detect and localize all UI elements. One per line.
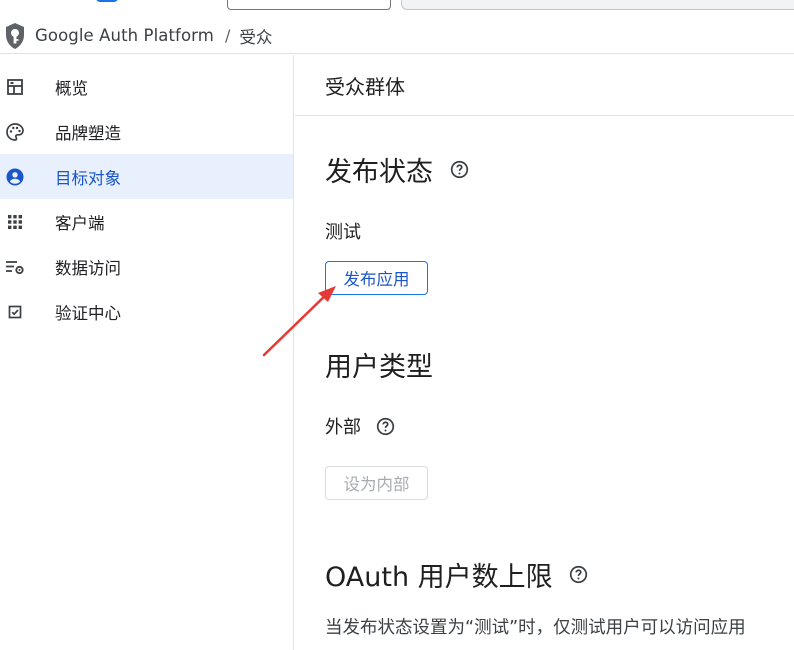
- data-settings-icon: [0, 244, 30, 289]
- project-selector-partial[interactable]: [227, 0, 391, 10]
- sidebar-item-branding[interactable]: 品牌塑造: [0, 109, 293, 154]
- apps-grid-icon: [0, 199, 30, 244]
- sidebar-item-label: 数据访问: [55, 258, 121, 278]
- breadcrumb-separator: /: [224, 26, 231, 45]
- help-icon[interactable]: [569, 565, 589, 585]
- sidebar-item-clients[interactable]: 客户端: [0, 199, 293, 244]
- auth-platform-shield-icon: [0, 18, 30, 54]
- user-type-title: 用户类型: [325, 352, 433, 383]
- breadcrumb: Google Auth Platform / 受众: [0, 18, 794, 54]
- help-icon[interactable]: [375, 416, 395, 436]
- oauth-user-cap-description: 当发布状态设置为“测试”时，仅测试用户可以访问应用: [325, 618, 746, 638]
- page-header: 受众群体: [295, 55, 794, 116]
- sidebar-item-audience[interactable]: 目标对象: [0, 154, 293, 199]
- top-toolbar-partial: [0, 0, 794, 12]
- checkbox-icon: [0, 289, 30, 334]
- account-circle-icon: [0, 154, 30, 199]
- publish-app-button[interactable]: 发布应用: [325, 261, 428, 295]
- sidebar-item-verification-center[interactable]: 验证中心: [0, 289, 293, 334]
- sidebar-item-label: 概览: [55, 78, 88, 98]
- main-content: 受众群体 发布状态 测试 发布应用 用户类型 外部 设为内部 OAuth 用户数: [295, 55, 794, 650]
- palette-icon: [0, 109, 30, 154]
- partial-blue-element: [96, 0, 118, 2]
- publishing-status-value: 测试: [325, 222, 361, 243]
- publishing-status-heading: 发布状态: [325, 150, 469, 189]
- sidebar-item-label: 客户端: [55, 213, 105, 233]
- sidebar-item-data-access[interactable]: 数据访问: [0, 244, 293, 289]
- page-title: 受众群体: [325, 74, 405, 99]
- sidebar-item-overview[interactable]: 概览: [0, 64, 293, 109]
- help-icon[interactable]: [449, 160, 469, 180]
- user-type-heading: 用户类型: [325, 345, 433, 384]
- sidebar-item-label: 品牌塑造: [55, 123, 121, 143]
- oauth-user-cap-title: OAuth 用户数上限: [325, 562, 553, 593]
- search-bar-partial[interactable]: [401, 0, 794, 10]
- sidebar-nav: 概览 品牌塑造 目标对象 客户端 数据访问 验证中心: [0, 55, 294, 650]
- dashboard-icon: [0, 64, 30, 109]
- sidebar-item-label: 目标对象: [55, 168, 121, 188]
- breadcrumb-current-page: 受众: [239, 27, 273, 47]
- user-type-row: 外部: [325, 413, 395, 439]
- publishing-status-title: 发布状态: [325, 157, 433, 188]
- oauth-user-cap-heading: OAuth 用户数上限: [325, 555, 589, 594]
- make-internal-button[interactable]: 设为内部: [325, 466, 428, 500]
- breadcrumb-app-name[interactable]: Google Auth Platform: [35, 26, 214, 45]
- user-type-value: 外部: [325, 417, 361, 438]
- sidebar-item-label: 验证中心: [55, 303, 121, 323]
